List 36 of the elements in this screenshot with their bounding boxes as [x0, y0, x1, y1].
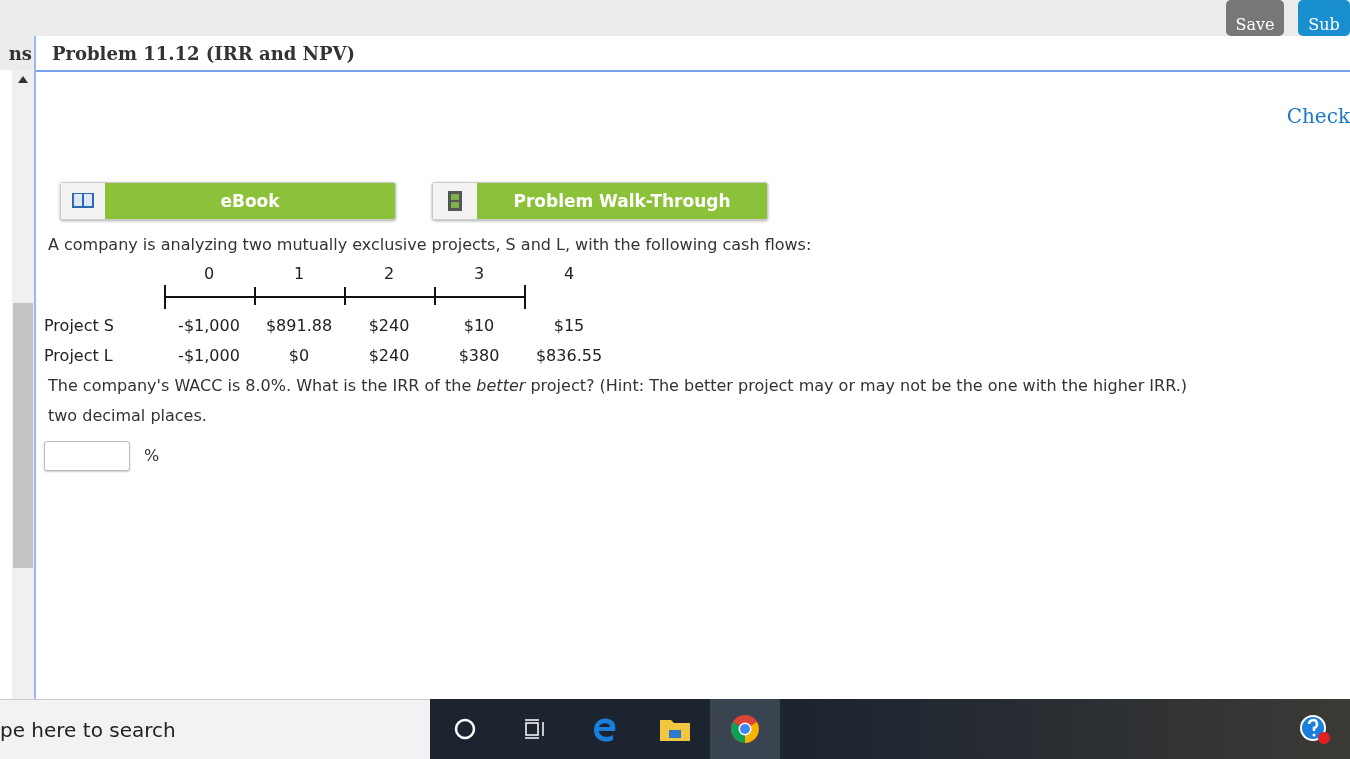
cash-flow: $0	[287, 345, 311, 367]
scrollbar[interactable]	[12, 70, 34, 699]
task-view-icon[interactable]	[523, 718, 547, 740]
submit-button[interactable]: Sub	[1298, 0, 1350, 36]
answer-field[interactable]	[44, 441, 130, 471]
help-alert-icon[interactable]	[1299, 713, 1331, 745]
question-text: two decimal places.	[48, 405, 208, 427]
search-field[interactable]: pe here to search	[0, 699, 430, 759]
cash-flow: $240	[367, 345, 411, 367]
unit-label: %	[144, 445, 160, 467]
save-button[interactable]: Save	[1226, 0, 1284, 36]
scroll-up-icon[interactable]	[18, 76, 28, 83]
chrome-icon[interactable]	[730, 714, 760, 744]
cash-flow: $240	[367, 315, 411, 337]
film-icon	[447, 190, 463, 212]
project-name: Project L	[44, 345, 114, 367]
cash-flow: $380	[457, 345, 501, 367]
cash-flow: $891.88	[264, 315, 334, 337]
question-text: The company's WACC is 8.0%. What is the IRR of the better project? (Hint: The better project may or may not be the one with the higher IRR.)	[48, 375, 1189, 397]
cash-flow: -$1,000	[177, 315, 241, 337]
book-icon	[71, 191, 95, 211]
cash-flow: -$1,000	[177, 345, 241, 367]
period-label: 1	[292, 264, 306, 283]
side-tab[interactable]: ns	[0, 36, 34, 70]
project-name: Project S	[44, 315, 115, 337]
problem-title: Problem 11.12 (IRR and NPV)	[52, 42, 356, 64]
period-label: 4	[562, 264, 576, 283]
cash-flow: $836.55	[534, 345, 604, 367]
cash-flow: $10	[462, 315, 496, 337]
cash-flow: $15	[552, 315, 586, 337]
period-label: 0	[202, 264, 216, 283]
check-link[interactable]: Check	[1286, 104, 1350, 132]
cortana-icon[interactable]	[454, 718, 476, 740]
period-label: 3	[472, 264, 486, 283]
intro-text: A company is analyzing two mutually exclusive projects, S and L, with the following cash flows:	[48, 234, 813, 256]
period-label: 2	[382, 264, 396, 283]
